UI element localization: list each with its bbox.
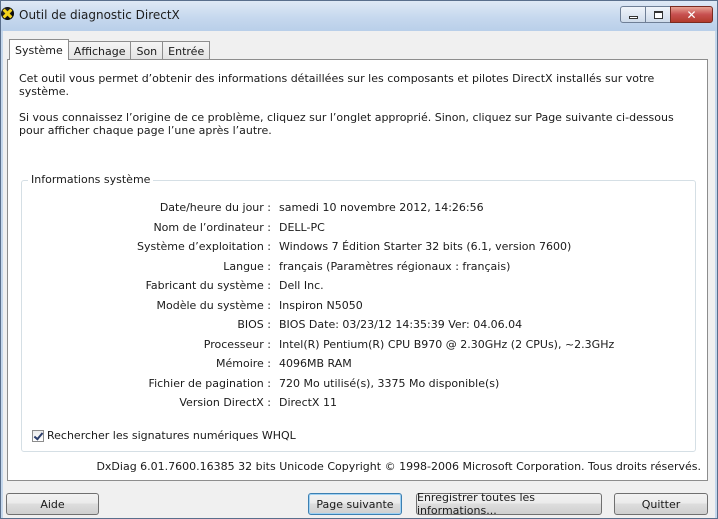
- info-value: BIOS Date: 03/23/12 14:35:39 Ver: 04.06.…: [279, 318, 523, 331]
- whql-checkbox-label[interactable]: Rechercher les signatures numériques WHQ…: [47, 429, 296, 442]
- info-row: Processeur : Intel(R) Pentium(R) CPU B97…: [22, 336, 695, 356]
- info-row: Modèle du système : Inspiron N5050: [22, 297, 695, 317]
- info-value: français (Paramètres régionaux : françai…: [279, 259, 511, 273]
- system-info-group: Informations système Date/heure du jour …: [21, 173, 696, 452]
- maximize-icon: [653, 10, 663, 19]
- intro-text: Cet outil vous permet d’obtenir des info…: [19, 72, 655, 98]
- tab-strip: Système Affichage Son Entrée: [9, 39, 211, 60]
- title-bar[interactable]: Outil de diagnostic DirectX ✕: [1, 1, 717, 31]
- whql-checkbox[interactable]: [32, 429, 44, 442]
- group-label: Informations système: [28, 173, 154, 186]
- info-label: BIOS :: [237, 318, 271, 331]
- client-area: Système Affichage Son Entrée Cet outil v…: [3, 31, 715, 518]
- close-button[interactable]: ✕: [670, 6, 713, 23]
- info-label: Version DirectX :: [179, 396, 271, 409]
- tab-entree[interactable]: Entrée: [162, 41, 211, 60]
- info-label: Modèle du système :: [156, 298, 271, 312]
- info-row: Mémoire : 4096MB RAM: [22, 355, 695, 375]
- info-label: Fichier de pagination :: [148, 376, 271, 390]
- minimize-icon: [628, 16, 638, 19]
- help-button[interactable]: Aide: [6, 493, 99, 515]
- close-icon: ✕: [686, 7, 697, 22]
- next-page-button[interactable]: Page suivante: [308, 493, 402, 515]
- info-value: 720 Mo utilisé(s), 3375 Mo disponible(s): [279, 376, 500, 390]
- tab-son[interactable]: Son: [130, 41, 164, 60]
- info-label: Langue :: [223, 259, 271, 273]
- info-row: Nom de l’ordinateur : DELL-PC: [22, 219, 695, 239]
- dxdiag-window: Outil de diagnostic DirectX ✕ Système Af…: [0, 0, 718, 519]
- info-value: Windows 7 Édition Starter 32 bits (6.1, …: [279, 240, 572, 253]
- save-all-button[interactable]: Enregistrer toutes les informations...: [416, 491, 602, 517]
- copyright-text: DxDiag 6.01.7600.16385 32 bits Unicode C…: [96, 460, 701, 473]
- info-row: Version DirectX : DirectX 11: [22, 394, 695, 414]
- info-row: Langue : français (Paramètres régionaux …: [22, 258, 695, 278]
- info-value: DELL-PC: [279, 220, 325, 234]
- instructions-text: Si vous connaissez l’origine de ce probl…: [19, 111, 674, 137]
- info-label: Fabricant du système :: [145, 279, 271, 292]
- info-row: BIOS : BIOS Date: 03/23/12 14:35:39 Ver:…: [22, 316, 695, 336]
- maximize-button[interactable]: [645, 6, 671, 23]
- whql-checkbox-row[interactable]: Rechercher les signatures numériques WHQ…: [32, 429, 296, 442]
- quit-button[interactable]: Quitter: [614, 493, 708, 515]
- tab-panel-systeme: Cet outil vous permet d’obtenir des info…: [7, 59, 708, 481]
- info-value: samedi 10 novembre 2012, 14:26:56: [279, 201, 484, 214]
- tab-systeme[interactable]: Système: [9, 39, 69, 60]
- info-rows: Date/heure du jour : samedi 10 novembre …: [22, 199, 695, 414]
- directx-app-icon: [1, 7, 14, 20]
- minimize-button[interactable]: [620, 6, 646, 23]
- tab-affichage[interactable]: Affichage: [67, 41, 132, 60]
- info-value: Dell Inc.: [279, 279, 324, 292]
- info-row: Fichier de pagination : 720 Mo utilisé(s…: [22, 375, 695, 395]
- info-value: Inspiron N5050: [279, 298, 363, 312]
- info-label: Système d’exploitation :: [137, 240, 271, 253]
- info-value: 4096MB RAM: [279, 357, 352, 370]
- info-value: Intel(R) Pentium(R) CPU B970 @ 2.30GHz (…: [279, 337, 615, 351]
- info-label: Mémoire :: [215, 357, 271, 370]
- info-row: Système d’exploitation : Windows 7 Éditi…: [22, 238, 695, 258]
- info-row: Fabricant du système : Dell Inc.: [22, 277, 695, 297]
- info-label: Processeur :: [203, 337, 271, 351]
- info-label: Nom de l’ordinateur :: [153, 220, 271, 234]
- info-value: DirectX 11: [279, 396, 337, 409]
- window-title: Outil de diagnostic DirectX: [19, 8, 180, 22]
- info-row: Date/heure du jour : samedi 10 novembre …: [22, 199, 695, 219]
- info-label: Date/heure du jour :: [159, 201, 271, 214]
- caption-buttons: ✕: [620, 6, 713, 23]
